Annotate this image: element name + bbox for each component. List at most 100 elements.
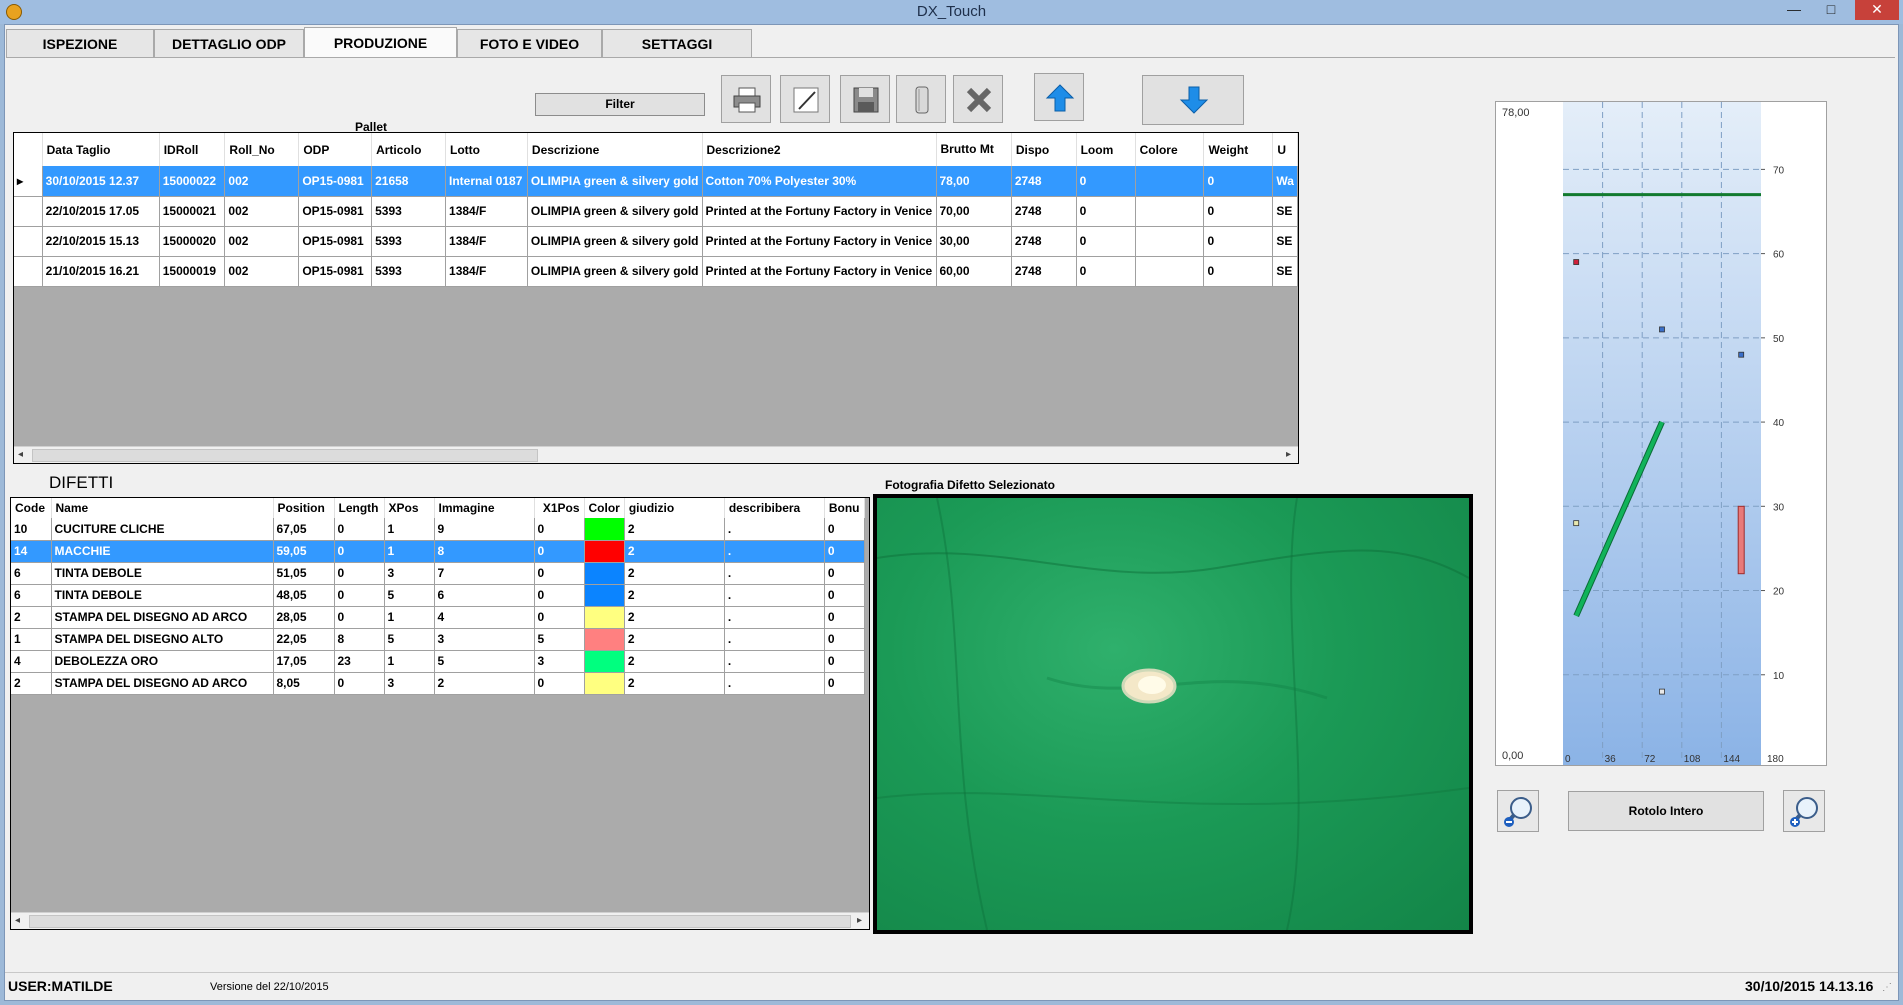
roll-cell[interactable]: Wa bbox=[1272, 166, 1298, 197]
defect-cell[interactable]: 48,05 bbox=[273, 584, 335, 607]
col-odp[interactable]: ODP bbox=[298, 133, 373, 166]
roll-cell[interactable]: OLIMPIA green & silvery gold bbox=[527, 166, 703, 197]
defect-cell[interactable]: 0 bbox=[334, 518, 385, 541]
defect-cell[interactable]: 2 bbox=[624, 584, 725, 607]
defect-cell[interactable]: 14 bbox=[11, 540, 52, 563]
rolls-grid[interactable]: Data Taglio IDRoll Roll_No ODP Articolo … bbox=[13, 132, 1299, 464]
defect-row[interactable]: 4 DEBOLEZZA ORO 17,05 23 1 5 3 2. 0 bbox=[11, 650, 865, 673]
tab-settaggi[interactable]: SETTAGGI bbox=[602, 29, 752, 57]
roll-cell[interactable]: OP15-0981 bbox=[298, 196, 373, 227]
roll-cell[interactable]: 15000020 bbox=[159, 226, 226, 257]
col-describibera[interactable]: describibera bbox=[724, 498, 825, 518]
defect-cell[interactable]: 51,05 bbox=[273, 562, 335, 585]
defect-cell[interactable]: . bbox=[724, 540, 825, 563]
roll-cell[interactable] bbox=[1135, 226, 1205, 257]
tab-ispezione[interactable]: ISPEZIONE bbox=[6, 29, 154, 57]
defect-cell[interactable]: 2 bbox=[11, 672, 52, 695]
col-descrizione[interactable]: Descrizione bbox=[527, 133, 703, 166]
roll-cell[interactable]: OLIMPIA green & silvery gold bbox=[527, 256, 703, 287]
roll-row[interactable]: 22/10/2015 17.05 15000021 002 OP15-0981 5393… bbox=[14, 196, 1298, 227]
defect-cell[interactable]: MACCHIE bbox=[51, 540, 274, 563]
col-giudizio[interactable]: giudizio bbox=[624, 498, 725, 518]
col-x1pos[interactable]: X1Pos bbox=[534, 498, 585, 518]
roll-cell[interactable]: 15000019 bbox=[159, 256, 226, 287]
tab-produzione[interactable]: PRODUZIONE bbox=[304, 27, 457, 58]
defect-cell[interactable]: 2 bbox=[624, 540, 725, 563]
roll-cell[interactable]: 002 bbox=[224, 256, 300, 287]
defect-cell[interactable]: 5 bbox=[534, 628, 585, 651]
defect-cell[interactable]: 9 bbox=[434, 518, 535, 541]
roll-cell[interactable]: 5393 bbox=[371, 256, 447, 287]
col-weight[interactable]: Weight bbox=[1203, 133, 1274, 166]
defect-cell[interactable]: 7 bbox=[434, 562, 535, 585]
defect-cell[interactable]: 2 bbox=[624, 562, 725, 585]
roll-cell[interactable]: 15000022 bbox=[159, 166, 226, 197]
roll-cell[interactable]: OLIMPIA green & silvery gold bbox=[527, 226, 703, 257]
defect-color-swatch[interactable] bbox=[584, 584, 625, 607]
defect-cell[interactable]: 0 bbox=[334, 672, 385, 695]
defect-cell[interactable]: 3 bbox=[534, 650, 585, 673]
defect-cell[interactable]: 0 bbox=[824, 562, 865, 585]
defect-cell[interactable]: 2 bbox=[434, 672, 535, 695]
roll-cell[interactable]: 2748 bbox=[1011, 256, 1077, 287]
defect-color-swatch[interactable] bbox=[584, 672, 625, 695]
defect-cell[interactable]: 6 bbox=[11, 584, 52, 607]
defect-cell[interactable]: 2 bbox=[624, 672, 725, 695]
minimize-button[interactable]: — bbox=[1778, 0, 1810, 20]
roll-cell[interactable]: 0 bbox=[1076, 166, 1136, 197]
defect-cell[interactable]: TINTA DEBOLE bbox=[51, 562, 274, 585]
defect-cell[interactable]: 4 bbox=[11, 650, 52, 673]
defect-color-swatch[interactable] bbox=[584, 562, 625, 585]
move-up-button[interactable] bbox=[1034, 73, 1084, 121]
roll-cell[interactable]: 15000021 bbox=[159, 196, 226, 227]
row-selector[interactable] bbox=[14, 226, 43, 257]
scroll-left-icon[interactable]: ◂ bbox=[18, 449, 23, 460]
defect-color-swatch[interactable] bbox=[584, 606, 625, 629]
defect-row[interactable]: 6 TINTA DEBOLE 51,05 0 3 7 0 2. 0 bbox=[11, 562, 865, 585]
defect-cell[interactable]: 8 bbox=[334, 628, 385, 651]
defect-cell[interactable]: 6 bbox=[11, 562, 52, 585]
defect-cell[interactable]: 0 bbox=[334, 606, 385, 629]
scroll-right-icon[interactable]: ▸ bbox=[1286, 449, 1291, 460]
defect-cell[interactable]: 0 bbox=[824, 650, 865, 673]
defect-cell[interactable]: 59,05 bbox=[273, 540, 335, 563]
edit-button[interactable] bbox=[780, 75, 830, 123]
defect-cell[interactable]: 5 bbox=[384, 584, 435, 607]
defects-scroll-thumb[interactable] bbox=[29, 915, 851, 928]
defect-cell[interactable]: . bbox=[724, 650, 825, 673]
roll-cell[interactable]: OP15-0981 bbox=[298, 226, 373, 257]
roll-cell[interactable]: 0 bbox=[1203, 226, 1274, 257]
defect-row[interactable]: 2 STAMPA DEL DISEGNO AD ARCO 28,05 0 1 4 0 2. 0 bbox=[11, 606, 865, 629]
defect-cell[interactable]: 8,05 bbox=[273, 672, 335, 695]
roll-cell[interactable] bbox=[1135, 196, 1205, 227]
col-data-taglio[interactable]: Data Taglio bbox=[42, 133, 160, 166]
roll-cell[interactable] bbox=[1135, 256, 1205, 287]
defect-cell[interactable]: STAMPA DEL DISEGNO AD ARCO bbox=[51, 672, 274, 695]
close-button[interactable]: ✕ bbox=[1855, 0, 1899, 20]
defect-cell[interactable]: 3 bbox=[434, 628, 535, 651]
defect-cell[interactable]: 8 bbox=[434, 540, 535, 563]
defect-cell[interactable]: 1 bbox=[384, 606, 435, 629]
col-position[interactable]: Position bbox=[273, 498, 335, 518]
col-idroll[interactable]: IDRoll bbox=[159, 133, 226, 166]
rolls-hscrollbar[interactable]: ◂ ▸ bbox=[14, 446, 1298, 463]
defects-grid[interactable]: Code Name Position Length XPos Immagine … bbox=[10, 497, 870, 930]
roll-cell[interactable]: OP15-0981 bbox=[298, 166, 373, 197]
roll-cell[interactable]: OLIMPIA green & silvery gold bbox=[527, 196, 703, 227]
roll-cell[interactable]: Printed at the Fortuny Factory in Venice bbox=[702, 196, 937, 227]
col-bonu[interactable]: Bonu bbox=[824, 498, 865, 518]
roll-cell[interactable]: 78,00 bbox=[936, 166, 1012, 197]
scroll-right-icon[interactable]: ▸ bbox=[857, 915, 862, 926]
defect-cell[interactable]: 0 bbox=[334, 562, 385, 585]
rolls-scroll-thumb[interactable] bbox=[32, 449, 538, 462]
defect-color-swatch[interactable] bbox=[584, 628, 625, 651]
defect-cell[interactable]: 23 bbox=[334, 650, 385, 673]
defect-cell[interactable]: 0 bbox=[824, 584, 865, 607]
roll-cell[interactable]: 0 bbox=[1203, 256, 1274, 287]
roll-cell[interactable]: 0 bbox=[1076, 226, 1136, 257]
row-selector[interactable]: ▸ bbox=[14, 166, 43, 197]
defect-cell[interactable]: 0 bbox=[534, 584, 585, 607]
row-selector[interactable] bbox=[14, 256, 43, 287]
roll-cell[interactable]: 21/10/2015 16.21 bbox=[42, 256, 160, 287]
row-selector[interactable] bbox=[14, 196, 43, 227]
